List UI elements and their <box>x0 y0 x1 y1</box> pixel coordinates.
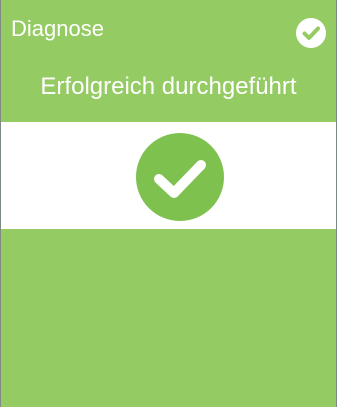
success-check-circle-icon <box>136 133 224 221</box>
check-circle-icon <box>296 18 326 48</box>
diagnosis-tile[interactable]: Diagnose Erfolgreich durchgeführt <box>0 0 337 407</box>
status-text: Erfolgreich durchgeführt <box>40 73 297 100</box>
tile-header: Diagnose Erfolgreich durchgeführt <box>1 0 336 122</box>
success-circle-icon <box>136 133 224 221</box>
tile-title: Diagnose <box>11 16 104 41</box>
tile-footer-area <box>1 229 336 407</box>
